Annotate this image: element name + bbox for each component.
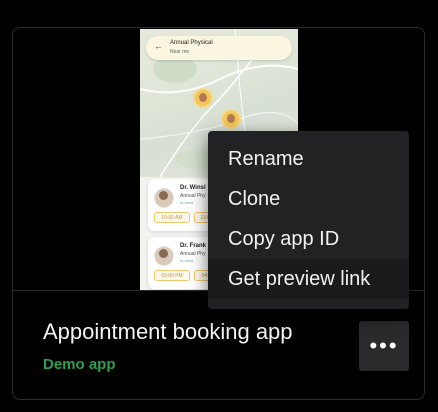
menu-item-clone[interactable]: Clone <box>208 179 409 219</box>
doctor-insurance: In-netw <box>180 200 194 205</box>
map-pin-icon <box>193 88 213 108</box>
search-subtext: Near me <box>170 49 190 55</box>
time-slot: 10:00 AM <box>154 212 190 223</box>
doctor-name: Dr. Frank <box>180 243 207 249</box>
more-options-button[interactable]: ••• <box>359 321 409 371</box>
doctor-specialty: Annual Phy <box>180 251 206 257</box>
app-subtitle: Demo app <box>43 356 116 373</box>
menu-item-get-preview-link[interactable]: Get preview link <box>208 259 409 299</box>
app-title: Appointment booking app <box>43 319 293 344</box>
search-bar: ← Annual Physical Near me <box>146 36 292 60</box>
menu-item-rename[interactable]: Rename <box>208 139 409 179</box>
doctor-avatar <box>154 188 174 208</box>
map-pin-icon <box>221 109 241 129</box>
doctor-name: Dr. Winsl <box>180 185 206 191</box>
time-slot: 03:00 PM <box>154 270 190 281</box>
menu-item-copy-app-id[interactable]: Copy app ID <box>208 219 409 259</box>
doctor-avatar <box>154 246 174 266</box>
search-query: Annual Physical <box>170 40 213 46</box>
context-menu: Rename Clone Copy app ID Get preview lin… <box>208 131 409 309</box>
doctor-insurance: In-netw <box>180 258 194 263</box>
back-arrow-icon: ← <box>154 41 163 51</box>
doctor-specialty: Annual Phy <box>180 193 206 199</box>
